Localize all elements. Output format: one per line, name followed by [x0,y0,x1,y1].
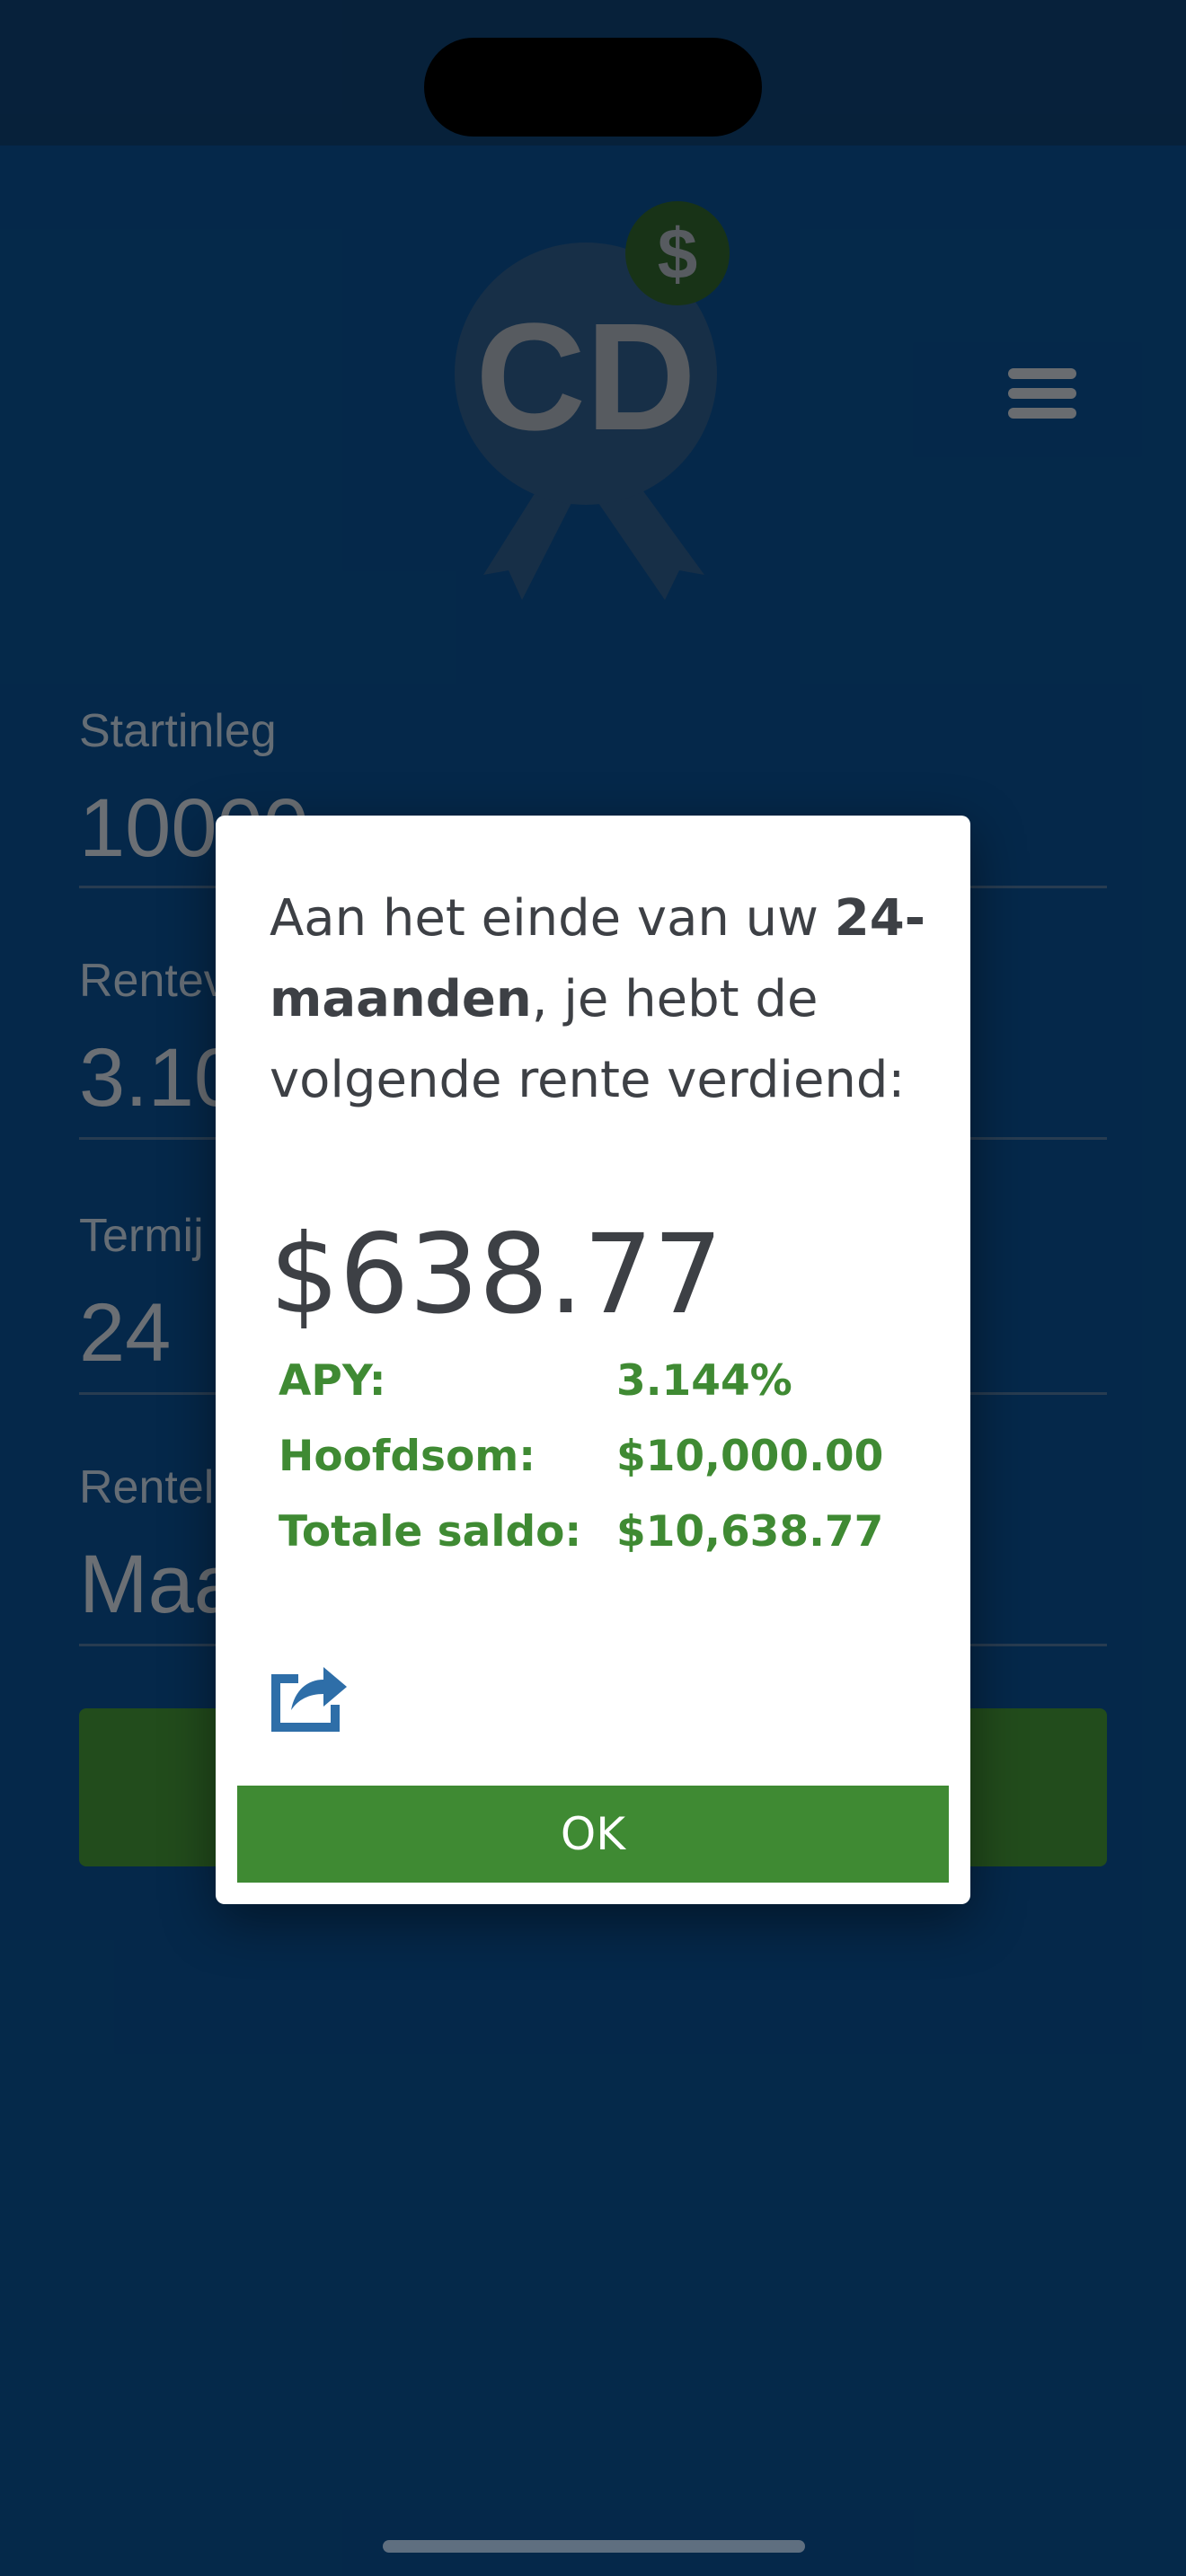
share-icon[interactable] [268,1651,349,1732]
stat-row-hoofdsom: Hoofdsom: $10,000.00 [279,1432,907,1495]
stat-row-apy: APY: 3.144% [279,1356,907,1419]
message-text: Aan het einde van uw [270,889,835,948]
interest-amount: $638.77 [270,1211,723,1338]
stat-row-totale-saldo: Totale saldo: $10,638.77 [279,1507,907,1570]
stat-label: Totale saldo: [279,1507,582,1557]
home-indicator [383,2540,805,2553]
ok-button[interactable]: OK [237,1786,949,1883]
stat-value: 3.144% [616,1356,792,1406]
stat-label: APY: [279,1356,386,1406]
stat-value: $10,000.00 [616,1432,884,1481]
stat-label: Hoofdsom: [279,1432,536,1481]
result-dialog: Aan het einde van uw 24-maanden, je hebt… [216,816,970,1904]
stat-value: $10,638.77 [616,1507,884,1557]
result-message: Aan het einde van uw 24-maanden, je hebt… [270,878,925,1121]
